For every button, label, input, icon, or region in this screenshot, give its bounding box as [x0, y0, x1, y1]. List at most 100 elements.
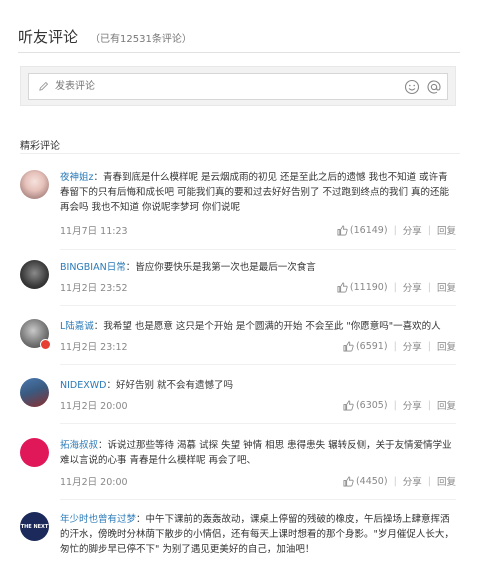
- avatar[interactable]: THE NEXT: [20, 512, 49, 541]
- comment-meta: 11月2日 23:12 (6591) | 分享 | 回复: [60, 339, 456, 354]
- section-divider: [20, 153, 460, 154]
- comment-divider: [60, 305, 456, 306]
- action-separator: |: [393, 475, 397, 487]
- at-mention-icon[interactable]: [425, 78, 443, 96]
- action-separator: |: [393, 399, 397, 411]
- comment-divider: [60, 499, 456, 500]
- comment-body: 年少时也曾有过梦：中午下课前的轰轰故动，课桌上停留的残破的橡皮，午后操场上肆意挥…: [60, 512, 456, 557]
- comment-divider: [60, 364, 456, 365]
- comment-date: 11月2日 20:00: [60, 401, 128, 412]
- like-count: (16149): [349, 224, 388, 236]
- reply-button[interactable]: 回复: [437, 223, 456, 237]
- comment-colon: ：: [136, 514, 146, 525]
- avatar[interactable]: [20, 170, 49, 199]
- comment-body: 拓海叔叔：诉说过那些等待 渴慕 试探 失望 钟情 相思 患得患失 辗转反侧，关于…: [60, 438, 456, 468]
- username-link[interactable]: NIDEXWD: [60, 380, 106, 391]
- avatar[interactable]: [20, 378, 49, 407]
- comment-item: NIDEXWD：好好告别 就不会有遗憾了吗 11月2日 20:00 (6305)…: [20, 378, 456, 424]
- username-link[interactable]: L陆嘉诚: [60, 321, 94, 332]
- comment-actions: (11190) | 分享 | 回复: [337, 280, 456, 294]
- thumbs-up-icon: [343, 476, 354, 486]
- comment-item: 拓海叔叔：诉说过那些等待 渴慕 试探 失望 钟情 相思 患得患失 辗转反侧，关于…: [20, 438, 456, 500]
- comment-actions: (6305) | 分享 | 回复: [343, 398, 456, 412]
- comment-text: 好好告别 就不会有遗憾了吗: [115, 380, 233, 391]
- comment-colon: ：: [93, 172, 104, 183]
- thumbs-up-icon: [343, 400, 354, 410]
- comment-date: 11月2日 23:52: [60, 283, 128, 294]
- reply-button[interactable]: 回复: [437, 398, 456, 412]
- like-count: (6305): [355, 399, 388, 411]
- comment-date: 11月2日 23:12: [60, 342, 128, 353]
- username-link[interactable]: BINGBIAN日常: [60, 262, 126, 273]
- comment-date: 11月2日 20:00: [60, 477, 128, 488]
- share-button[interactable]: 分享: [403, 280, 422, 294]
- verified-badge-icon: [40, 339, 51, 350]
- share-button[interactable]: 分享: [403, 398, 422, 412]
- comment-text: 诉说过那些等待 渴慕 试探 失望 钟情 相思 患得患失 辗转反侧，关于友情爱情学…: [60, 440, 452, 466]
- action-separator: |: [427, 475, 431, 487]
- comment-body: NIDEXWD：好好告别 就不会有遗憾了吗: [60, 378, 456, 393]
- comment-item: BINGBIAN日常：皆应你要快乐是我第一次也是最后一次食言 11月2日 23:…: [20, 260, 456, 306]
- reply-button[interactable]: 回复: [437, 474, 456, 488]
- username-link[interactable]: 拓海叔叔: [60, 440, 98, 451]
- like-count: (11190): [349, 281, 388, 293]
- comments-header: 听友评论 （已有12531条评论）: [18, 26, 192, 50]
- comment-meta: 11月2日 23:52 (11190) | 分享 | 回复: [60, 280, 456, 295]
- action-separator: |: [427, 281, 431, 293]
- comment-item: THE NEXT 年少时也曾有过梦：中午下课前的轰轰故动，课桌上停留的残破的橡皮…: [20, 512, 456, 562]
- action-separator: |: [393, 224, 397, 236]
- avatar[interactable]: [20, 260, 49, 289]
- comment-body: L陆嘉诚：我希望 也是愿意 这只是个开始 是个圆满的开始 不会至此 "你愿意吗"…: [60, 319, 456, 334]
- comment-body: BINGBIAN日常：皆应你要快乐是我第一次也是最后一次食言: [60, 260, 456, 275]
- username-link[interactable]: 夜神姐z: [60, 172, 94, 183]
- comment-input[interactable]: [51, 76, 403, 97]
- comment-text: 我希望 也是愿意 这只是个开始 是个圆满的开始 不会至此 "你愿意吗"一喜欢的人: [103, 321, 441, 332]
- comment-colon: ：: [98, 440, 108, 451]
- comment-actions: (6591) | 分享 | 回复: [343, 339, 456, 353]
- header-divider: [18, 52, 460, 53]
- like-button[interactable]: (4450): [343, 476, 388, 487]
- share-button[interactable]: 分享: [403, 339, 422, 353]
- action-separator: |: [427, 340, 431, 352]
- username-link[interactable]: 年少时也曾有过梦: [60, 514, 136, 525]
- comment-colon: ：: [93, 321, 104, 332]
- comment-body: 夜神姐z：青春到底是什么模样呢 是云烟成雨的初见 还是至此之后的遗憾 我也不知道…: [60, 170, 456, 215]
- thumbs-up-icon: [343, 341, 354, 351]
- page-title: 听友评论: [18, 28, 79, 46]
- comment-text: 皆应你要快乐是我第一次也是最后一次食言: [135, 262, 316, 273]
- comment-item: L陆嘉诚：我希望 也是愿意 这只是个开始 是个圆满的开始 不会至此 "你愿意吗"…: [20, 319, 456, 365]
- share-button[interactable]: 分享: [403, 223, 422, 237]
- action-separator: |: [427, 224, 431, 236]
- thumbs-up-icon: [337, 282, 348, 292]
- comment-meta: 11月2日 20:00 (4450) | 分享 | 回复: [60, 474, 456, 489]
- comment-text: 青春到底是什么模样呢 是云烟成雨的初见 还是至此之后的遗憾 我也不知道 或许青春…: [60, 172, 450, 213]
- emoji-icon[interactable]: [403, 78, 421, 96]
- thumbs-up-icon: [337, 225, 348, 235]
- action-separator: |: [427, 399, 431, 411]
- avatar-label: THE NEXT: [20, 523, 49, 530]
- reply-button[interactable]: 回复: [437, 280, 456, 294]
- comment-meta: 11月2日 20:00 (6305) | 分享 | 回复: [60, 398, 456, 413]
- like-button[interactable]: (11190): [337, 282, 388, 293]
- comment-actions: (16149) | 分享 | 回复: [337, 223, 456, 237]
- action-separator: |: [393, 340, 397, 352]
- comment-input-wrapper: [28, 73, 448, 100]
- comment-divider: [60, 249, 456, 250]
- like-button[interactable]: (16149): [337, 225, 388, 236]
- comment-item: 夜神姐z：青春到底是什么模样呢 是云烟成雨的初见 还是至此之后的遗憾 我也不知道…: [20, 170, 456, 250]
- section-title: 精彩评论: [20, 141, 60, 152]
- like-count: (6591): [355, 340, 388, 352]
- comment-actions: (4450) | 分享 | 回复: [343, 474, 456, 488]
- comment-meta: 11月7日 11:23 (16149) | 分享 | 回复: [60, 223, 456, 238]
- avatar[interactable]: [20, 438, 49, 467]
- pencil-icon: [35, 81, 51, 92]
- comment-colon: ：: [125, 262, 136, 273]
- like-button[interactable]: (6591): [343, 341, 388, 352]
- comment-count: （已有12531条评论）: [90, 34, 192, 45]
- like-button[interactable]: (6305): [343, 400, 388, 411]
- like-count: (4450): [355, 475, 388, 487]
- comment-divider: [60, 423, 456, 424]
- share-button[interactable]: 分享: [403, 474, 422, 488]
- comment-composer: [20, 66, 456, 106]
- reply-button[interactable]: 回复: [437, 339, 456, 353]
